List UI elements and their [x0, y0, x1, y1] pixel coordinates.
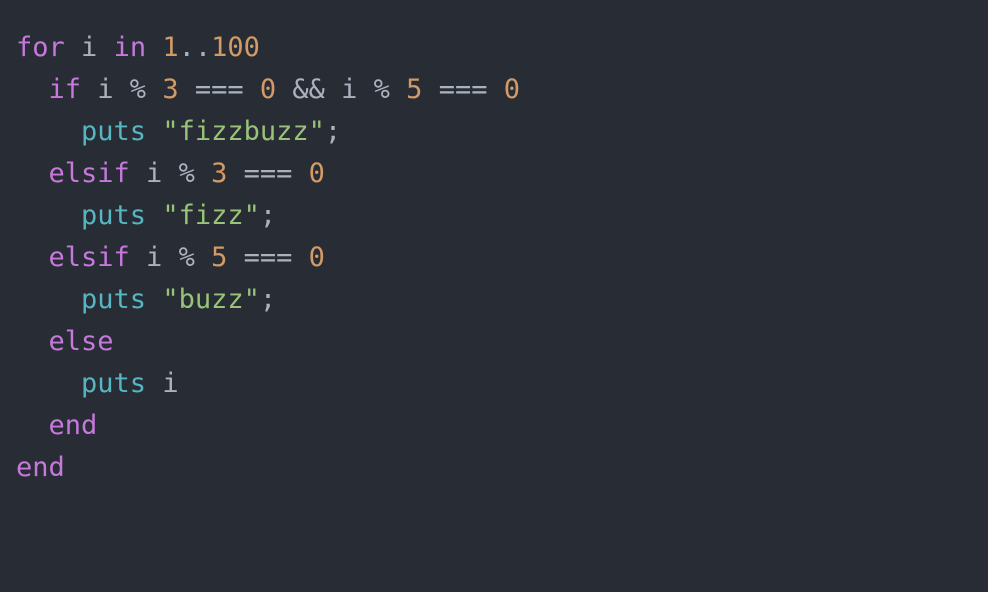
keyword-token: if — [48, 74, 82, 105]
text-token: ; — [259, 200, 277, 231]
text-token: === — [422, 74, 504, 105]
number-token: 3 — [211, 158, 228, 189]
code-line[interactable]: end — [16, 405, 988, 447]
code-line[interactable]: else — [16, 321, 988, 363]
number-token: 0 — [259, 74, 277, 105]
string-token: "buzz" — [162, 284, 260, 315]
keyword-token: elsif — [48, 242, 130, 273]
code-line[interactable]: puts i — [16, 363, 988, 405]
code-line[interactable]: puts "buzz"; — [16, 279, 988, 321]
code-line[interactable]: elsif i % 3 === 0 — [16, 153, 988, 195]
number-token: 0 — [503, 74, 520, 105]
text-token: i — [64, 32, 114, 63]
text-token: i % — [129, 242, 212, 273]
function-token: puts — [81, 200, 147, 231]
function-token: puts — [81, 368, 147, 399]
number-token: 5 — [406, 74, 423, 105]
number-token: 100 — [211, 32, 260, 63]
function-token: puts — [81, 284, 147, 315]
code-line[interactable]: end — [16, 447, 988, 489]
code-line[interactable]: puts "fizz"; — [16, 195, 988, 237]
text-token: i % — [129, 158, 212, 189]
number-token: 5 — [211, 242, 228, 273]
keyword-token: else — [48, 326, 114, 357]
code-editor[interactable]: for i in 1..100 if i % 3 === 0 && i % 5 … — [0, 0, 988, 592]
code-line[interactable]: if i % 3 === 0 && i % 5 === 0 — [16, 69, 988, 111]
text-token: i — [146, 368, 179, 399]
keyword-token: end — [16, 452, 65, 483]
code-line[interactable]: for i in 1..100 — [16, 27, 988, 69]
keyword-token: in — [113, 32, 147, 63]
function-token: puts — [81, 116, 147, 147]
number-token: 3 — [162, 74, 179, 105]
keyword-token: for — [16, 32, 65, 63]
text-token: i % — [81, 74, 163, 105]
number-token: 1 — [162, 32, 179, 63]
string-token: "fizzbuzz" — [162, 116, 325, 147]
text-token: .. — [178, 32, 212, 63]
number-token: 0 — [308, 158, 325, 189]
keyword-token: end — [48, 410, 98, 441]
text-token: && i % — [276, 74, 407, 105]
number-token: 0 — [308, 242, 325, 273]
text-token: ; — [259, 284, 277, 315]
text-token: === — [178, 74, 260, 105]
code-line[interactable]: puts "fizzbuzz"; — [16, 111, 988, 153]
string-token: "fizz" — [162, 200, 260, 231]
code-line[interactable]: elsif i % 5 === 0 — [16, 237, 988, 279]
text-token: ; — [324, 116, 342, 147]
text-token: === — [227, 242, 309, 273]
text-token: === — [227, 158, 309, 189]
keyword-token: elsif — [48, 158, 130, 189]
